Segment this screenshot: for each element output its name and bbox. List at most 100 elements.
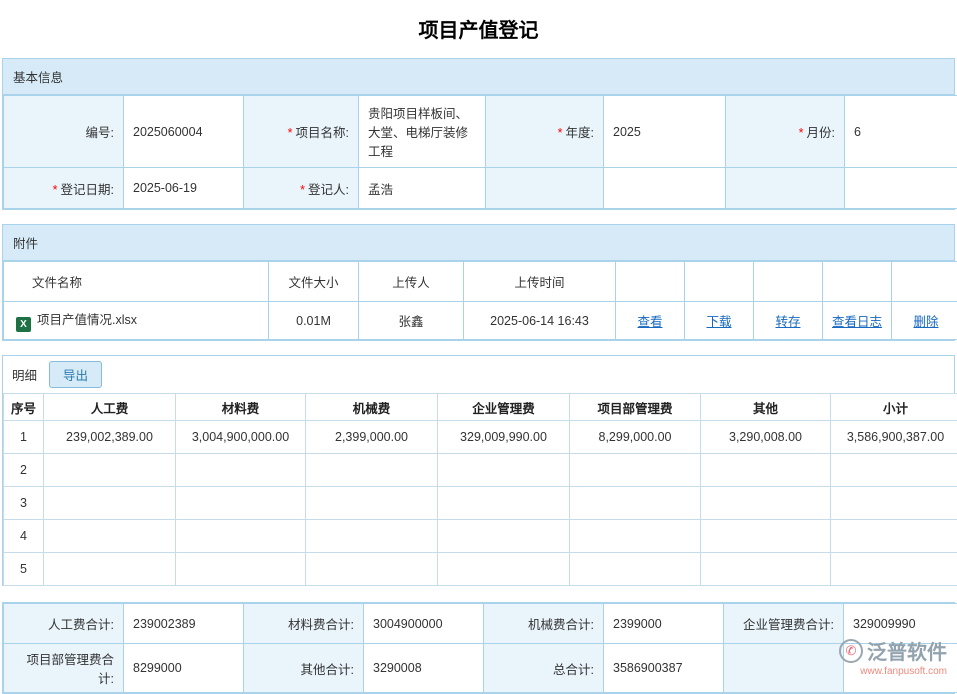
- project-dept-mgmt-cost-cell: [570, 487, 701, 520]
- project-dept-mgmt-cost-cell: [570, 553, 701, 586]
- machinery-total-value: 2399000: [604, 604, 724, 644]
- required-marker: *: [53, 183, 58, 197]
- attachment-row: X项目产值情况.xlsx 0.01M 张鑫 2025-06-14 16:43 查…: [4, 302, 957, 340]
- labor-total-label: 人工费合计:: [4, 604, 124, 644]
- other-cell: [701, 553, 831, 586]
- subtotal-cell: 3,586,900,387.00: [831, 421, 957, 454]
- table-row: 2: [4, 454, 957, 487]
- col-header-labor-cost: 人工费: [44, 394, 176, 421]
- col-header-uploader: 上传人: [359, 262, 464, 302]
- table-row: 5: [4, 553, 957, 586]
- details-title: 明细: [12, 365, 37, 384]
- machinery-cost-cell: [306, 454, 438, 487]
- file-name: 项目产值情况.xlsx: [37, 313, 137, 327]
- export-button[interactable]: 导出: [49, 361, 102, 388]
- col-header-action: [892, 262, 957, 302]
- basic-info-section: 基本信息 编号: 2025060004 *项目名称: 贵阳项目样板间、大堂、电梯…: [2, 58, 955, 210]
- required-marker: *: [558, 126, 563, 140]
- required-marker: *: [799, 126, 804, 140]
- view-link[interactable]: 查看: [637, 315, 662, 329]
- excel-icon: X: [16, 317, 31, 332]
- col-header-file-size: 文件大小: [269, 262, 359, 302]
- col-header-action: [616, 262, 685, 302]
- subtotal-cell: [831, 520, 957, 553]
- serial-cell: 2: [4, 454, 44, 487]
- col-header-enterprise-mgmt-cost: 企业管理费: [438, 394, 570, 421]
- enterprise-mgmt-cost-cell: [438, 487, 570, 520]
- details-section: 明细 导出 序号 人工费 材料费 机械费 企业管理费 项目部管理费 其他 小计 …: [2, 355, 955, 586]
- registrant-value: 孟浩: [359, 168, 486, 209]
- vendor-brand: 泛普软件: [867, 636, 947, 665]
- table-row: 1 239,002,389.00 3,004,900,000.00 2,399,…: [4, 421, 957, 454]
- reg-date-value: 2025-06-19: [124, 168, 244, 209]
- material-cost-cell: [176, 553, 306, 586]
- number-label: 编号:: [4, 96, 124, 168]
- col-header-upload-time: 上传时间: [464, 262, 616, 302]
- other-total-value: 3290008: [364, 644, 484, 693]
- col-header-file-name: 文件名称: [4, 262, 269, 302]
- machinery-cost-cell: [306, 487, 438, 520]
- serial-cell: 1: [4, 421, 44, 454]
- labor-total-value: 239002389: [124, 604, 244, 644]
- details-header-row: 序号 人工费 材料费 机械费 企业管理费 项目部管理费 其他 小计: [4, 394, 957, 421]
- project-dept-mgmt-total-label: 项目部管理费合计:: [4, 644, 124, 693]
- machinery-cost-cell: 2,399,000.00: [306, 421, 438, 454]
- other-cell: [701, 454, 831, 487]
- delete-link[interactable]: 删除: [913, 315, 938, 329]
- machinery-cost-cell: [306, 520, 438, 553]
- enterprise-mgmt-cost-cell: 329,009,990.00: [438, 421, 570, 454]
- uploader: 张鑫: [359, 302, 464, 340]
- enterprise-mgmt-cost-cell: [438, 520, 570, 553]
- details-toolbar: 明细 导出: [3, 356, 954, 393]
- attachments-section: 附件 文件名称 文件大小 上传人 上传时间 X 项目产值情况.xlsx 0.01M…: [2, 224, 955, 341]
- project-dept-mgmt-cost-cell: [570, 454, 701, 487]
- grand-total-value: 3586900387: [604, 644, 724, 693]
- other-cell: 3,290,008.00: [701, 421, 831, 454]
- basic-info-table: 编号: 2025060004 *项目名称: 贵阳项目样板间、大堂、电梯厅装修工程…: [3, 95, 957, 209]
- machinery-cost-cell: [306, 553, 438, 586]
- project-name-value: 贵阳项目样板间、大堂、电梯厅装修工程: [359, 96, 486, 168]
- vendor-url: www.fanpusoft.com: [797, 666, 947, 677]
- vendor-watermark: ✆ 泛普软件 www.fanpusoft.com: [797, 636, 947, 677]
- col-header-other: 其他: [701, 394, 831, 421]
- material-total-value: 3004900000: [364, 604, 484, 644]
- reg-date-label: *登记日期:: [4, 168, 124, 209]
- view-log-link[interactable]: 查看日志: [832, 315, 882, 329]
- serial-cell: 3: [4, 487, 44, 520]
- project-name-label: *项目名称:: [244, 96, 359, 168]
- labor-cost-cell: 239,002,389.00: [44, 421, 176, 454]
- subtotal-cell: [831, 487, 957, 520]
- enterprise-mgmt-cost-cell: [438, 553, 570, 586]
- col-header-serial: 序号: [4, 394, 44, 421]
- subtotal-cell: [831, 454, 957, 487]
- attachments-header: 附件: [3, 225, 954, 261]
- other-cell: [701, 487, 831, 520]
- serial-cell: 5: [4, 553, 44, 586]
- col-header-action: [823, 262, 892, 302]
- download-link[interactable]: 下载: [706, 315, 731, 329]
- empty-value-cell: [845, 168, 957, 209]
- col-header-action: [754, 262, 823, 302]
- number-value: 2025060004: [124, 96, 244, 168]
- machinery-total-label: 机械费合计:: [484, 604, 604, 644]
- file-size: 0.01M: [269, 302, 359, 340]
- labor-cost-cell: [44, 520, 176, 553]
- material-cost-cell: [176, 487, 306, 520]
- empty-label-cell: [726, 168, 845, 209]
- project-dept-mgmt-cost-cell: 8,299,000.00: [570, 421, 701, 454]
- labor-cost-cell: [44, 553, 176, 586]
- labor-cost-cell: [44, 454, 176, 487]
- year-value: 2025: [604, 96, 726, 168]
- basic-info-header: 基本信息: [3, 59, 954, 95]
- col-header-project-dept-mgmt-cost: 项目部管理费: [570, 394, 701, 421]
- enterprise-mgmt-cost-cell: [438, 454, 570, 487]
- required-marker: *: [288, 126, 293, 140]
- month-label: *月份:: [726, 96, 845, 168]
- material-total-label: 材料费合计:: [244, 604, 364, 644]
- grand-total-label: 总合计:: [484, 644, 604, 693]
- serial-cell: 4: [4, 520, 44, 553]
- year-label: *年度:: [486, 96, 604, 168]
- save-as-link[interactable]: 转存: [775, 315, 800, 329]
- table-row: 4: [4, 520, 957, 553]
- subtotal-cell: [831, 553, 957, 586]
